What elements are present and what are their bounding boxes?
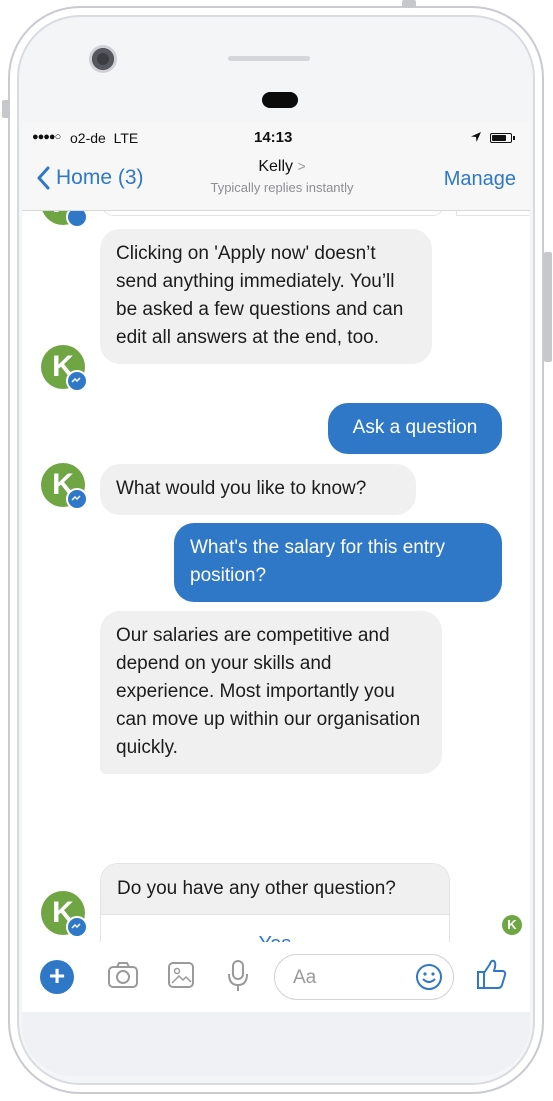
conversation-header: Home (3) Kelly > Typically replies insta… [22,154,530,211]
messenger-badge-icon [66,370,88,392]
read-receipt-avatar: K [502,915,522,935]
contact-info[interactable]: Kelly > Typically replies instantly [172,158,392,195]
message-bubble-incoming: What would you like to know? [100,464,416,515]
signal-strength-icon: ●●●●○ [32,131,61,143]
messenger-badge-icon [66,916,88,938]
manage-button[interactable]: Manage [444,168,516,191]
network-type: LTE [113,130,139,146]
plus-icon[interactable]: + [40,960,74,994]
camera-icon[interactable] [106,958,140,997]
location-arrow-icon [470,131,482,146]
messenger-badge-icon [66,488,88,510]
contact-status: Typically replies instantly [210,180,354,195]
previous-message-edge [102,211,444,216]
side-button [544,252,552,362]
quick-reply-yes-button[interactable]: Yes [101,914,449,942]
bot-avatar[interactable]: K [41,463,88,510]
back-chevron-icon [37,166,50,190]
carrier-label: o2-de LTE [70,130,139,146]
mute-switch [2,100,10,118]
battery-tip [513,136,515,140]
message-bubble-incoming: Our salaries are competitive and depend … [100,611,442,774]
bot-avatar[interactable]: K [41,345,88,392]
microphone-icon[interactable] [226,958,250,999]
emoji-icon[interactable] [415,963,443,996]
status-time: 14:13 [254,129,293,146]
proximity-sensor [262,92,298,108]
screen: ●●●●○ o2-de LTE 14:13 Home (3) Kelly > T… [22,122,530,1012]
front-camera [92,48,114,70]
earpiece [228,56,310,61]
thumbs-up-icon[interactable] [474,956,508,997]
chevron-right-icon: > [297,158,306,174]
message-list[interactable]: K Clicking on 'Apply now' doesn’t send a… [22,211,530,942]
message-input-container[interactable] [274,954,454,1000]
bot-avatar[interactable]: K [41,891,88,938]
image-icon[interactable] [166,958,196,997]
composer-bar: + [22,942,530,1012]
power-button [402,0,416,8]
battery-icon [490,133,512,143]
phone-chin [22,1012,530,1076]
bot-avatar[interactable]: K [41,211,88,228]
message-bubble-incoming: Clicking on 'Apply now' doesn’t send any… [100,229,432,364]
quick-reply-question: Do you have any other question? [101,864,449,914]
message-bubble-outgoing: Ask a question [328,403,502,454]
quick-reply-card: Do you have any other question? Yes No [100,863,450,942]
messenger-badge-icon [66,211,88,228]
back-label: Home (3) [56,166,144,189]
previous-card-edge [456,211,530,216]
status-bar: ●●●●○ o2-de LTE 14:13 [22,122,530,154]
back-button[interactable]: Home (3) [36,166,144,190]
message-bubble-outgoing: What's the salary for this entry positio… [174,523,502,602]
contact-name: Kelly [258,158,294,175]
message-input[interactable] [291,963,405,993]
